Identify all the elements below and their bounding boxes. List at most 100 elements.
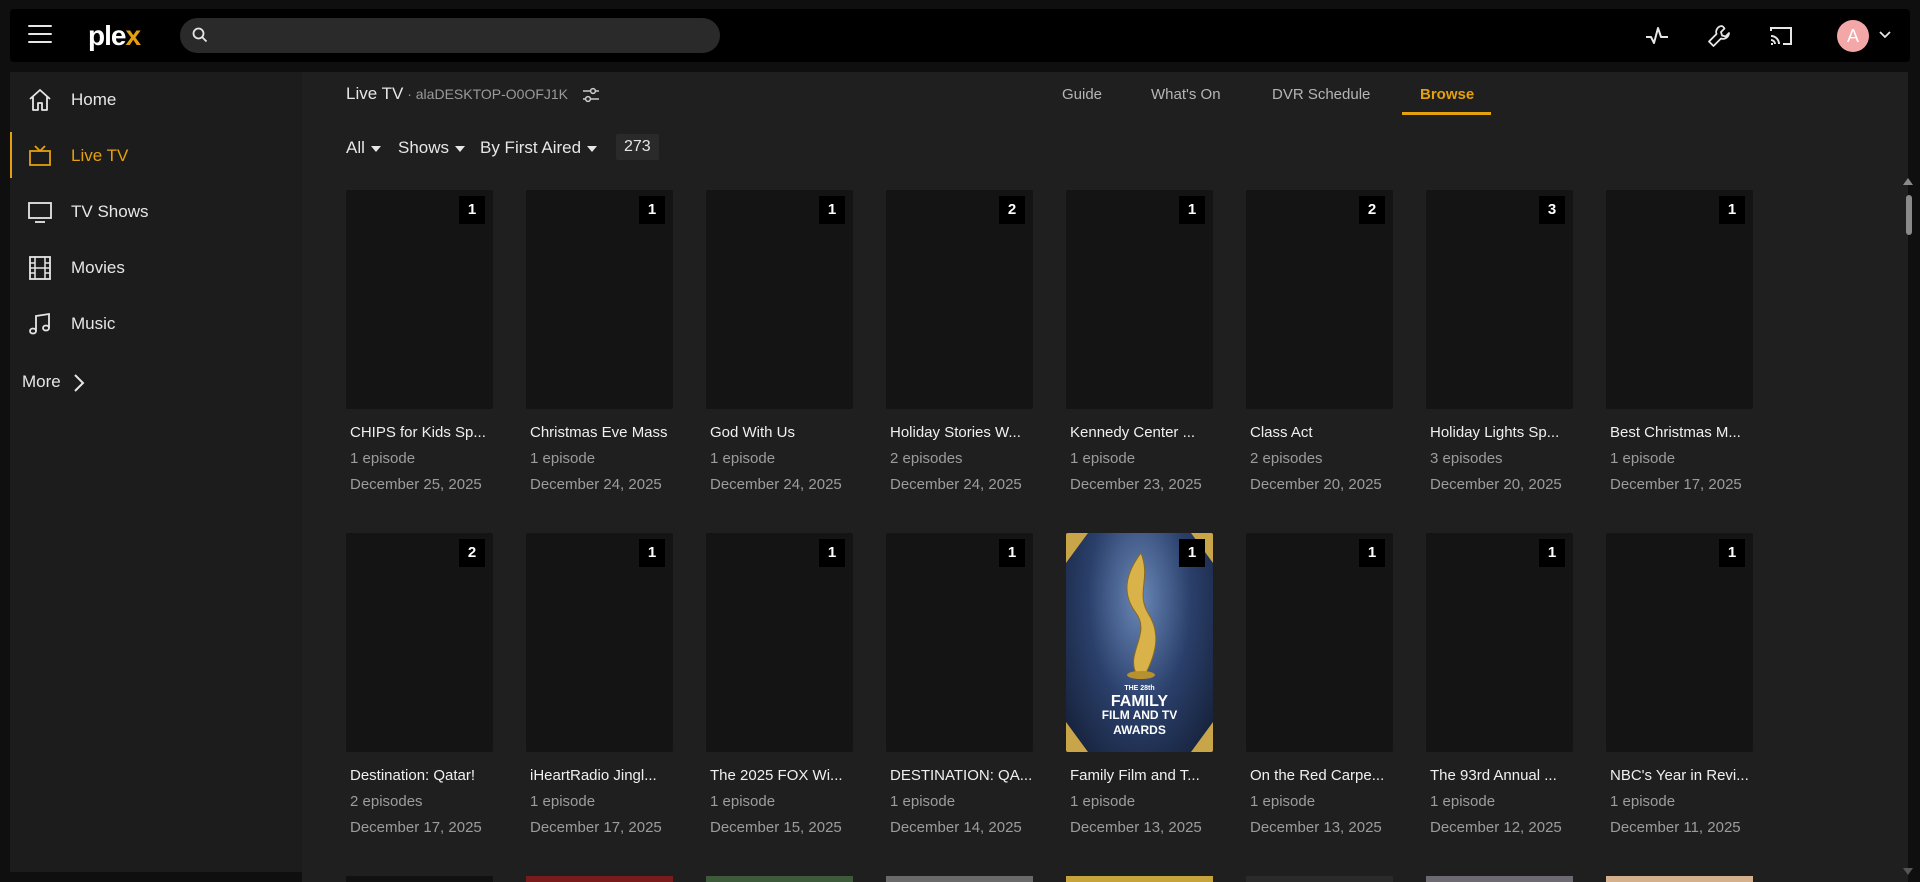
caret-down-icon	[587, 145, 598, 152]
tab-whats-on[interactable]: What's On	[1151, 86, 1221, 103]
media-card[interactable]: 1 The 93rd Annual ... 1 episode December 12…	[1426, 533, 1573, 836]
card-title[interactable]: God With Us	[710, 424, 853, 441]
card-title[interactable]: Holiday Lights Sp...	[1430, 424, 1573, 441]
card-title[interactable]: DESTINATION: QA...	[890, 767, 1033, 784]
card-title[interactable]: Christmas Eve Mass	[530, 424, 673, 441]
media-card[interactable]: 1 Kennedy Center ... 1 episode December 23,…	[1066, 190, 1213, 493]
sidebar-item-music[interactable]: Music	[10, 300, 302, 346]
episode-count: 3 episodes	[1430, 450, 1503, 467]
activity-icon[interactable]	[1644, 23, 1670, 49]
poster[interactable]: 1	[1066, 190, 1213, 409]
media-card[interactable]: 2 Class Act 2 episodes December 20, 2025	[1246, 190, 1393, 493]
media-card[interactable]: 1 NBC's Year in Revi... 1 episode December …	[1606, 533, 1753, 836]
cast-icon[interactable]	[1768, 23, 1794, 49]
card-title[interactable]: Kennedy Center ...	[1070, 424, 1213, 441]
partial-poster[interactable]	[886, 876, 1033, 882]
avatar[interactable]: A	[1837, 20, 1869, 52]
card-title[interactable]: The 93rd Annual ...	[1430, 767, 1573, 784]
partial-poster[interactable]	[1606, 876, 1753, 882]
card-title[interactable]: Holiday Stories W...	[890, 424, 1033, 441]
media-card[interactable]: 1 DESTINATION: QA... 1 episode December 14,…	[886, 533, 1033, 836]
poster[interactable]: 1	[346, 190, 493, 409]
sidebar-item-tv-shows[interactable]: TV Shows	[10, 188, 302, 234]
filter-all-dropdown[interactable]: All	[346, 138, 381, 158]
media-card[interactable]: 1 God With Us 1 episode December 24, 2025	[706, 190, 853, 493]
search-input[interactable]	[218, 24, 702, 48]
media-card[interactable]: THE 28th FAMILY FILM AND TV AWARDS 1 Family F…	[1066, 533, 1213, 836]
card-title[interactable]: On the Red Carpe...	[1250, 767, 1393, 784]
sidebar-more[interactable]: More	[22, 372, 85, 393]
scrollbar-thumb[interactable]	[1906, 195, 1912, 235]
poster[interactable]: 1	[706, 190, 853, 409]
poster[interactable]: 1	[706, 533, 853, 752]
poster[interactable]: THE 28th FAMILY FILM AND TV AWARDS 1	[1066, 533, 1213, 752]
partial-poster[interactable]	[346, 876, 493, 882]
media-card[interactable]: 1 iHeartRadio Jingl... 1 episode December 1…	[526, 533, 673, 836]
card-title[interactable]: iHeartRadio Jingl...	[530, 767, 673, 784]
poster[interactable]: 1	[1606, 533, 1753, 752]
tab-dvr-schedule[interactable]: DVR Schedule	[1272, 86, 1370, 103]
partial-poster[interactable]	[1066, 876, 1213, 882]
media-card[interactable]: 1 Best Christmas M... 1 episode December 17…	[1606, 190, 1753, 493]
card-title[interactable]: Family Film and T...	[1070, 767, 1213, 784]
sidebar-item-label: Music	[71, 314, 116, 333]
partial-poster[interactable]	[706, 876, 853, 882]
poster-text: FILM AND TV	[1101, 708, 1178, 722]
sort-dropdown[interactable]: By First Aired	[480, 138, 598, 158]
partial-poster[interactable]	[1246, 876, 1393, 882]
air-date: December 15, 2025	[710, 819, 842, 836]
plex-logo[interactable]: plex	[88, 20, 141, 52]
sidebar-item-live-tv[interactable]: Live TV	[10, 132, 302, 178]
card-title[interactable]: The 2025 FOX Wi...	[710, 767, 853, 784]
scroll-down-arrow[interactable]	[1903, 868, 1913, 875]
episode-count-badge: 2	[1359, 196, 1385, 224]
poster[interactable]: 1	[526, 533, 673, 752]
poster[interactable]: 1	[1246, 533, 1393, 752]
media-card[interactable]: 2 Holiday Stories W... 2 episodes December …	[886, 190, 1033, 493]
media-card[interactable]: 2 Destination: Qatar! 2 episodes December 1…	[346, 533, 493, 836]
poster[interactable]: 1	[526, 190, 673, 409]
media-card[interactable]: 1 Christmas Eve Mass 1 episode December 24,…	[526, 190, 673, 493]
tab-browse[interactable]: Browse	[1420, 86, 1474, 103]
card-title[interactable]: Destination: Qatar!	[350, 767, 493, 784]
filter-type-dropdown[interactable]: Shows	[398, 138, 466, 158]
media-card[interactable]: 1 The 2025 FOX Wi... 1 episode December 15,…	[706, 533, 853, 836]
scroll-up-arrow[interactable]	[1903, 178, 1913, 185]
card-title[interactable]: CHIPS for Kids Sp...	[350, 424, 493, 441]
sidebar-item-movies[interactable]: Movies	[10, 244, 302, 290]
menu-icon[interactable]	[28, 25, 52, 45]
scrollbar[interactable]	[1898, 175, 1908, 875]
tab-guide[interactable]: Guide	[1062, 86, 1102, 103]
episode-count: 2 episodes	[890, 450, 963, 467]
poster[interactable]: 2	[1246, 190, 1393, 409]
poster[interactable]: 2	[346, 533, 493, 752]
episode-count: 1 episode	[1610, 793, 1676, 810]
server-name: · alaDESKTOP-O0OFJ1K	[403, 86, 569, 102]
episode-count: 1 episode	[530, 793, 596, 810]
sidebar-item-home[interactable]: Home	[10, 76, 302, 122]
poster[interactable]: 2	[886, 190, 1033, 409]
search-bar[interactable]	[180, 18, 720, 53]
poster[interactable]: 1	[886, 533, 1033, 752]
episode-count: 1 episode	[530, 450, 596, 467]
media-card[interactable]: 1 CHIPS for Kids Sp... 1 episode December 2…	[346, 190, 493, 493]
air-date: December 24, 2025	[530, 476, 662, 493]
settings-sliders-icon[interactable]	[582, 86, 600, 104]
wrench-icon[interactable]	[1706, 23, 1732, 49]
media-card[interactable]: 1 On the Red Carpe... 1 episode December 13…	[1246, 533, 1393, 836]
card-title[interactable]: Class Act	[1250, 424, 1393, 441]
card-title[interactable]: NBC's Year in Revi...	[1610, 767, 1753, 784]
air-date: December 25, 2025	[350, 476, 482, 493]
partial-poster[interactable]	[526, 876, 673, 882]
poster[interactable]: 1	[1426, 533, 1573, 752]
poster[interactable]: 1	[1606, 190, 1753, 409]
episode-count-badge: 1	[639, 539, 665, 567]
card-title[interactable]: Best Christmas M...	[1610, 424, 1753, 441]
partial-poster[interactable]	[1426, 876, 1573, 882]
main-content: Live TV · alaDESKTOP-O0OFJ1K Guide What'…	[302, 72, 1908, 882]
media-card[interactable]: 3 Holiday Lights Sp... 3 episodes December …	[1426, 190, 1573, 493]
title-text: Live TV	[346, 84, 404, 103]
chevron-down-icon[interactable]	[1879, 31, 1891, 39]
poster[interactable]: 3	[1426, 190, 1573, 409]
poster-text: THE 28th	[1124, 685, 1155, 692]
